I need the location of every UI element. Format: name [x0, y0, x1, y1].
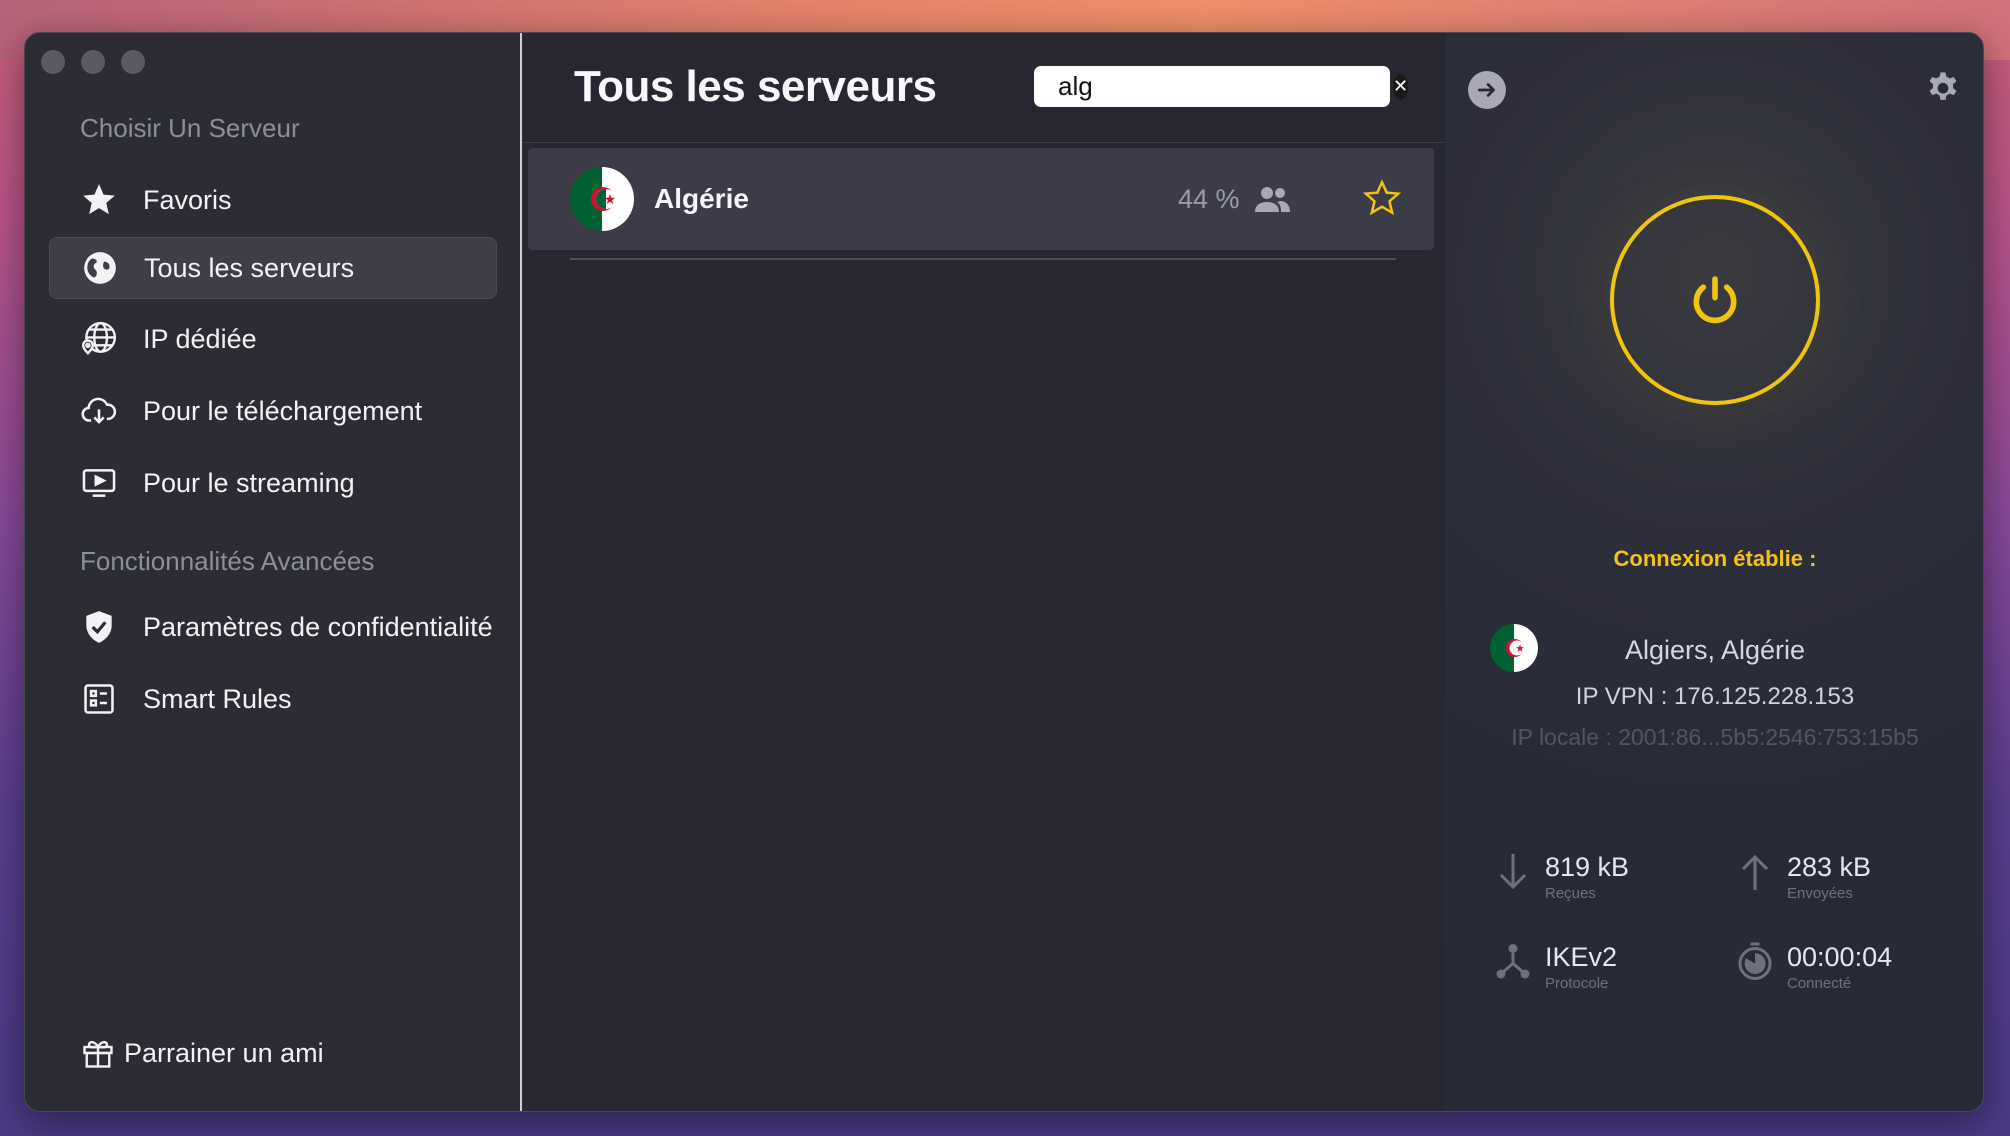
server-row[interactable]: Algérie 44 % — [528, 148, 1434, 250]
globe-pin-icon — [79, 319, 119, 359]
duration-label: Connecté — [1787, 975, 1852, 992]
sidebar-item-label: Paramètres de confidentialité — [143, 611, 493, 642]
minimize-window-button[interactable] — [81, 50, 105, 74]
section-title-choose-server: Choisir Un Serveur — [80, 113, 300, 143]
referral-label: Parrainer un ami — [124, 1037, 324, 1068]
sidebar-item-smart-rules[interactable]: Smart Rules — [49, 668, 497, 730]
app-window: Choisir Un Serveur Favoris Tous les serv… — [24, 32, 1984, 1112]
section-title-advanced: Fonctionnalités Avancées — [80, 546, 375, 576]
stat-duration: 00:00:04 Connecté — [1737, 941, 1892, 992]
favorite-star-icon[interactable] — [1362, 178, 1402, 218]
star-icon — [79, 180, 119, 220]
server-list-header: Tous les serveurs ✕ — [522, 33, 1445, 143]
window-controls — [41, 50, 145, 74]
sidebar-item-label: Pour le streaming — [143, 467, 355, 498]
sidebar-item-all-servers[interactable]: Tous les serveurs — [49, 237, 497, 299]
protocol-value: IKEv2 — [1545, 942, 1618, 972]
sidebar-item-download[interactable]: Pour le téléchargement — [49, 380, 497, 442]
sidebar-item-dedicated-ip[interactable]: IP dédiée — [49, 308, 497, 370]
referral-link[interactable]: Parrainer un ami — [80, 1035, 324, 1071]
power-icon — [1693, 276, 1737, 324]
stat-received: 819 kB Reçues — [1495, 851, 1629, 902]
timer-icon — [1737, 941, 1773, 981]
play-screen-icon — [79, 463, 119, 503]
connected-location: Algiers, Algérie — [1624, 635, 1806, 665]
connection-status: Connexion établie : — [1613, 546, 1817, 571]
zoom-window-button[interactable] — [121, 50, 145, 74]
sidebar-item-favorites[interactable]: Favoris — [49, 169, 497, 231]
search-input[interactable] — [1058, 71, 1393, 102]
connect-power-button[interactable] — [1610, 195, 1820, 405]
algeria-flag-icon — [570, 167, 634, 231]
arrow-down-icon — [1495, 851, 1531, 891]
sidebar-item-privacy[interactable]: Paramètres de confidentialité — [49, 596, 497, 658]
protocol-label: Protocole — [1545, 975, 1609, 992]
page-title: Tous les serveurs — [574, 62, 937, 111]
search-box: ✕ — [1034, 66, 1409, 109]
server-name: Algérie — [654, 183, 749, 214]
server-list-panel: Tous les serveurs ✕ Algér — [522, 33, 1445, 1111]
users-icon — [1252, 184, 1292, 214]
received-value: 819 kB — [1545, 852, 1630, 882]
sent-value: 283 kB — [1787, 852, 1872, 882]
sidebar: Choisir Un Serveur Favoris Tous les serv… — [25, 33, 522, 1111]
collapse-panel-button[interactable] — [1468, 71, 1506, 109]
received-label: Reçues — [1545, 885, 1596, 902]
sidebar-item-label: Smart Rules — [143, 683, 292, 714]
arrow-up-icon — [1737, 851, 1773, 891]
clear-search-icon[interactable]: ✕ — [1393, 73, 1409, 100]
rules-icon — [79, 679, 119, 719]
cloud-download-icon — [79, 391, 119, 431]
sidebar-item-label: Pour le téléchargement — [143, 395, 423, 426]
server-load: 44 % — [1178, 183, 1240, 214]
sidebar-item-label: IP dédiée — [143, 323, 257, 354]
close-window-button[interactable] — [41, 50, 65, 74]
connection-panel: Connexion établie : Algiers, Algérie IP … — [1445, 33, 1983, 1111]
shield-check-icon — [79, 607, 119, 647]
row-divider — [570, 258, 1396, 260]
gear-icon[interactable] — [1923, 69, 1963, 109]
protocol-icon — [1495, 941, 1531, 981]
gift-icon — [80, 1035, 116, 1071]
local-ip: IP locale : 2001:86...5b5:2546:753:15b5 — [1511, 724, 1919, 750]
globe-icon — [80, 248, 120, 288]
stat-sent: 283 kB Envoyées — [1737, 851, 1871, 902]
sidebar-item-label: Favoris — [143, 184, 232, 215]
stat-protocol: IKEv2 Protocole — [1495, 941, 1617, 992]
sent-label: Envoyées — [1787, 885, 1853, 902]
sidebar-item-label: Tous les serveurs — [144, 252, 355, 283]
arrow-right-icon — [1478, 83, 1495, 97]
sidebar-item-streaming[interactable]: Pour le streaming — [49, 452, 497, 514]
vpn-ip: IP VPN : 176.125.228.153 — [1575, 683, 1855, 710]
duration-value: 00:00:04 — [1787, 942, 1893, 972]
